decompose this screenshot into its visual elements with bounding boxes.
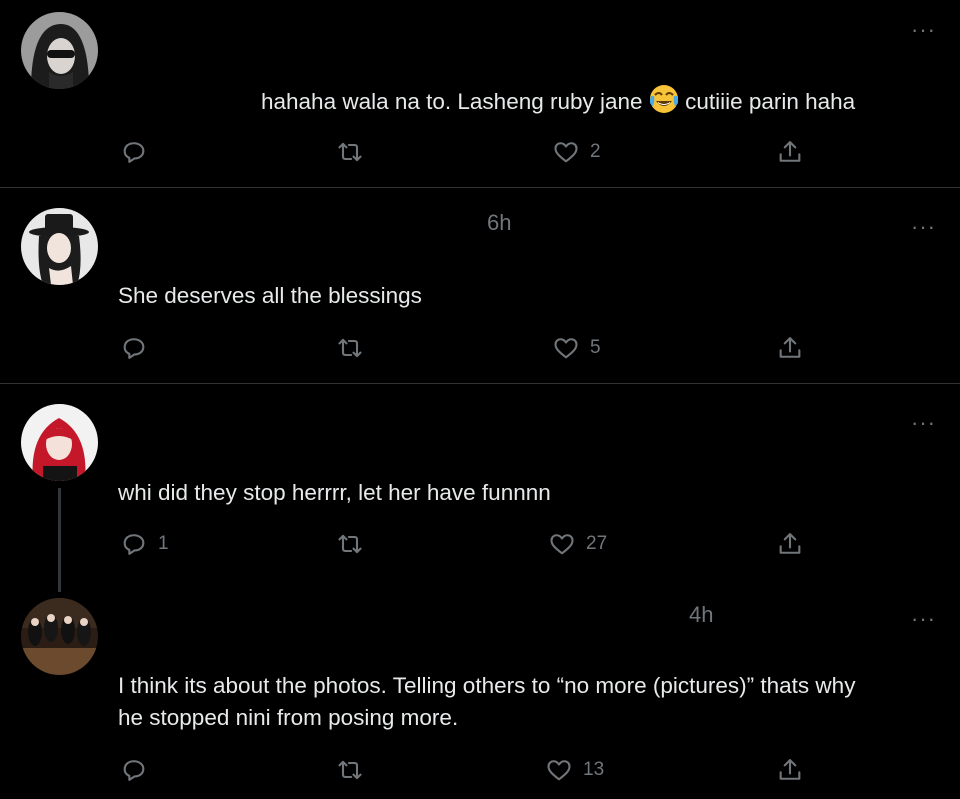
timestamp[interactable]: 4h (689, 602, 713, 628)
reply-button[interactable]: 1 (120, 530, 169, 558)
like-count: 5 (590, 337, 601, 358)
retweet-icon (338, 142, 362, 162)
reply-icon (123, 142, 145, 163)
tweet-text-part2: cutiiie parin haha (685, 89, 856, 114)
retweet-button[interactable] (336, 756, 364, 784)
heart-icon (554, 142, 578, 163)
more-options-button[interactable]: ··· (911, 216, 936, 238)
share-icon (779, 533, 801, 554)
reply-icon (123, 338, 145, 359)
tweet-text-part1: hahaha wala na to. Lasheng ruby jane (261, 89, 643, 114)
tweet-text: whi did they stop herrrr, let her have f… (118, 480, 551, 505)
share-icon (779, 141, 801, 162)
tweet-text: She deserves all the blessings (118, 283, 422, 308)
avatar[interactable] (21, 12, 98, 89)
share-icon (779, 337, 801, 358)
tweet-4[interactable]: 4h ··· I think its about the photos. Tel… (0, 590, 960, 799)
like-count: 13 (583, 759, 605, 780)
reply-button[interactable] (120, 138, 158, 166)
share-button[interactable] (776, 756, 804, 784)
redacted-handle (113, 78, 260, 112)
tweet-text: hahaha wala na to. Lasheng ruby jane cut… (261, 84, 855, 123)
reply-button[interactable] (120, 334, 158, 362)
avatar[interactable] (21, 404, 98, 481)
share-icon (779, 759, 801, 780)
retweet-button[interactable] (336, 138, 364, 166)
more-options-button[interactable]: ··· (911, 412, 936, 434)
tweet-2[interactable]: 6h ··· She deserves all the blessings 5 (0, 188, 960, 383)
heart-icon (550, 534, 574, 555)
thread-connector-line (58, 488, 61, 592)
tweet-text-line2: he stopped nini from posing more. (118, 705, 459, 730)
timestamp[interactable]: 6h (487, 210, 511, 236)
avatar[interactable] (21, 208, 98, 285)
share-button[interactable] (776, 138, 804, 166)
redacted-name (105, 0, 473, 78)
reply-icon (123, 760, 145, 781)
share-button[interactable] (776, 530, 804, 558)
like-count: 27 (586, 533, 608, 554)
face-with-tears-of-joy-icon (649, 84, 679, 123)
tweet-1[interactable]: ··· hahaha wala na to. Lasheng ruby jane… (0, 0, 960, 187)
like-count: 2 (590, 141, 601, 162)
heart-icon (547, 760, 571, 781)
retweet-icon (338, 534, 362, 554)
like-button[interactable]: 27 (548, 530, 607, 558)
reply-button[interactable] (120, 756, 158, 784)
like-button[interactable]: 13 (545, 756, 604, 784)
tweet-text-line1: I think its about the photos. Telling ot… (118, 673, 856, 698)
reply-count: 1 (158, 533, 169, 554)
retweet-button[interactable] (336, 530, 364, 558)
more-options-button[interactable]: ··· (911, 608, 936, 630)
heart-icon (554, 338, 578, 359)
more-options-button[interactable]: ··· (911, 19, 936, 41)
reply-icon (123, 534, 145, 555)
avatar[interactable] (21, 598, 98, 675)
retweet-icon (338, 338, 362, 358)
share-button[interactable] (776, 334, 804, 362)
retweet-icon (338, 760, 362, 780)
tweet-text: I think its about the photos. Telling ot… (118, 670, 855, 734)
tweet-3[interactable]: ··· whi did they stop herrrr, let her ha… (0, 384, 960, 589)
like-button[interactable]: 2 (552, 138, 601, 166)
like-button[interactable]: 5 (552, 334, 601, 362)
retweet-button[interactable] (336, 334, 364, 362)
